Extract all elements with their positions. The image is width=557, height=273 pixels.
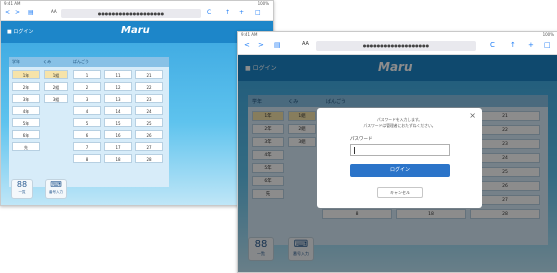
- share-icon[interactable]: ↑: [225, 9, 230, 16]
- dialog-message-line2: パスワードは管理者におたずねください。: [363, 123, 436, 128]
- panel-header-group: くみ: [43, 59, 52, 64]
- number-button[interactable]: 27: [135, 142, 163, 151]
- forward-button[interactable]: >: [15, 9, 20, 16]
- grade-button[interactable]: 5年: [12, 118, 40, 127]
- number-button[interactable]: 13: [104, 94, 132, 103]
- header-title: ■ ログイン: [7, 29, 34, 35]
- number-button[interactable]: 15: [104, 118, 132, 127]
- book-icon[interactable]: ▤: [274, 41, 281, 49]
- number-button[interactable]: 2: [73, 82, 101, 91]
- password-dialog: × パスワードを入力します。 パスワードは管理者におたずねください。 パスワード…: [317, 108, 482, 208]
- panel-header-class: 学年: [12, 59, 20, 64]
- grade-button[interactable]: 3年: [12, 94, 40, 103]
- number-button[interactable]: 5: [73, 118, 101, 127]
- grade-button[interactable]: 4年: [12, 106, 40, 115]
- browser-toolbar: < > ▤ AA ●●●●●●●●●●●●●●●●●●● C ↑ + □: [238, 39, 557, 55]
- number-button[interactable]: 21: [135, 70, 163, 79]
- browser-toolbar: < > ▤ AA ●●●●●●●●●●●●●●●●●●● C ↑ + □: [1, 7, 273, 21]
- status-bar: 9:41 AM 100%: [238, 32, 557, 39]
- password-label: パスワード: [350, 137, 373, 142]
- back-button[interactable]: <: [5, 9, 10, 16]
- reload-icon[interactable]: C: [490, 41, 495, 49]
- number-button[interactable]: 23: [135, 94, 163, 103]
- number-button[interactable]: 24: [135, 106, 163, 115]
- number-button[interactable]: 8: [73, 154, 101, 163]
- panel-header: 学年 くみ ばんごう: [9, 57, 169, 67]
- keyboard-icon: ⌨: [50, 180, 62, 189]
- grade-button[interactable]: 6年: [12, 130, 40, 139]
- url-bar[interactable]: ●●●●●●●●●●●●●●●●●●●: [316, 41, 476, 51]
- back-button[interactable]: <: [244, 41, 250, 49]
- status-battery: 100%: [257, 1, 269, 6]
- password-input[interactable]: [350, 144, 450, 156]
- number-button[interactable]: 28: [135, 154, 163, 163]
- selection-panel: 学年 くみ ばんごう 1年 2年 3年 4年 5年 6年 先 1組 2組 3組 …: [9, 57, 169, 187]
- number-button[interactable]: 12: [104, 82, 132, 91]
- number-input-nav-label: 番号入力: [49, 190, 63, 194]
- panel-header-number: ばんごう: [73, 59, 89, 64]
- new-tab-icon[interactable]: +: [528, 41, 534, 49]
- grade-button[interactable]: 1年: [12, 70, 40, 79]
- grade-button[interactable]: 2年: [12, 82, 40, 91]
- book-icon[interactable]: ▤: [28, 9, 34, 16]
- number-button[interactable]: 11: [104, 70, 132, 79]
- tablet-screenshot-back: 9:41 AM 100% < > ▤ AA ●●●●●●●●●●●●●●●●●●…: [0, 0, 274, 206]
- grade-button[interactable]: 先: [12, 142, 40, 151]
- list-nav-button[interactable]: 88 一覧: [11, 179, 33, 199]
- status-time: 9:41 AM: [241, 32, 258, 37]
- tabs-icon[interactable]: □: [544, 41, 551, 49]
- forward-button[interactable]: >: [258, 41, 264, 49]
- number-button[interactable]: 18: [104, 154, 132, 163]
- app-header: ■ ログイン Maru: [1, 21, 273, 43]
- text-cursor: [354, 147, 355, 154]
- status-battery: 100%: [542, 32, 554, 37]
- group-button[interactable]: 2組: [44, 82, 68, 91]
- number-button[interactable]: 6: [73, 130, 101, 139]
- number-button[interactable]: 22: [135, 82, 163, 91]
- status-time: 9:41 AM: [4, 1, 21, 6]
- list-icon: 88: [16, 180, 28, 189]
- app-area: ■ ログイン Maru 学年 くみ ばんごう 1年 2年 3年 4年 5年 6年…: [238, 55, 557, 272]
- new-tab-icon[interactable]: +: [239, 9, 244, 16]
- aa-button[interactable]: AA: [302, 41, 309, 47]
- group-button[interactable]: 1組: [44, 70, 68, 79]
- number-button[interactable]: 14: [104, 106, 132, 115]
- group-button[interactable]: 3組: [44, 94, 68, 103]
- number-button[interactable]: 1: [73, 70, 101, 79]
- number-button[interactable]: 4: [73, 106, 101, 115]
- url-bar[interactable]: ●●●●●●●●●●●●●●●●●●●: [61, 9, 201, 18]
- number-button[interactable]: 17: [104, 142, 132, 151]
- number-button[interactable]: 3: [73, 94, 101, 103]
- number-button[interactable]: 26: [135, 130, 163, 139]
- app-logo: Maru: [121, 25, 150, 36]
- cancel-button[interactable]: キャンセル: [377, 187, 423, 198]
- list-nav-label: 一覧: [18, 190, 26, 194]
- share-icon[interactable]: ↑: [510, 41, 516, 49]
- app-area: ■ ログイン Maru 学年 くみ ばんごう 1年 2年 3年 4年 5年 6年…: [1, 21, 273, 205]
- reload-icon[interactable]: C: [207, 9, 211, 16]
- aa-button[interactable]: AA: [51, 9, 57, 14]
- number-button[interactable]: 25: [135, 118, 163, 127]
- login-button[interactable]: ログイン: [350, 164, 450, 177]
- number-input-nav-button[interactable]: ⌨ 番号入力: [45, 179, 67, 199]
- number-button[interactable]: 7: [73, 142, 101, 151]
- number-button[interactable]: 16: [104, 130, 132, 139]
- tablet-screenshot-front: 9:41 AM 100% < > ▤ AA ●●●●●●●●●●●●●●●●●●…: [237, 31, 557, 273]
- tabs-icon[interactable]: □: [255, 9, 261, 16]
